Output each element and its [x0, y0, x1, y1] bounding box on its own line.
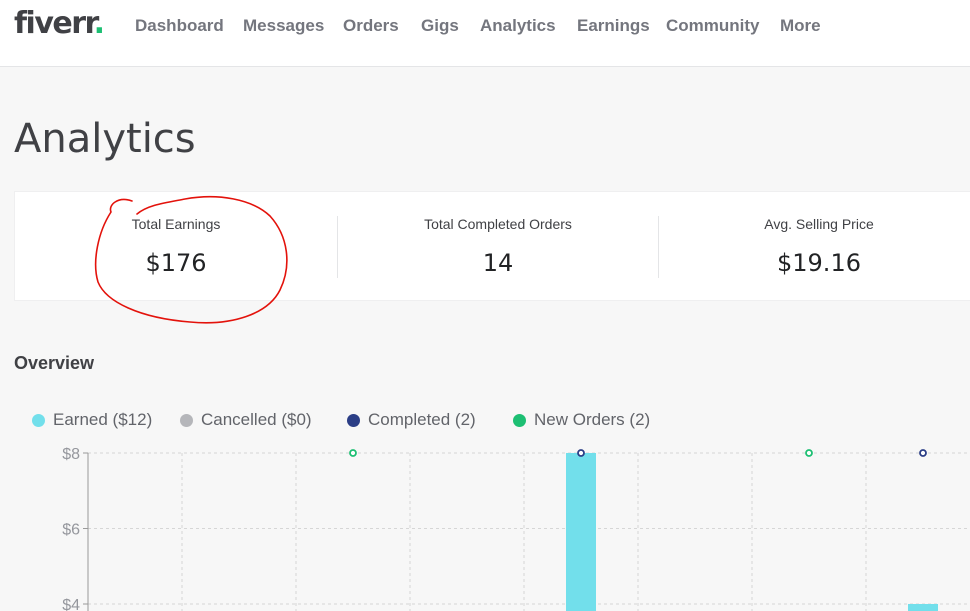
earned-bar [566, 453, 596, 611]
page-title: Analytics [14, 116, 196, 162]
legend-label: Completed (2) [368, 410, 476, 429]
new-orders-marker [349, 449, 357, 457]
nav-community[interactable]: Community [666, 16, 760, 36]
stat-value: 14 [482, 249, 514, 277]
overview-title: Overview [14, 353, 95, 373]
stat-label: Total Completed Orders [424, 216, 572, 232]
legend-label: Cancelled ($0) [201, 410, 312, 429]
stat-value: $176 [145, 249, 207, 277]
new-orders-marker [805, 449, 813, 457]
earned-bar [908, 604, 938, 611]
logo-text: fiverr [14, 6, 95, 41]
top-navigation-bar: fiverr. Dashboard Messages Orders Gigs A… [0, 0, 970, 67]
legend-new-orders[interactable]: New Orders (2) [513, 410, 650, 430]
nav-orders[interactable]: Orders [343, 16, 399, 36]
stat-label: Avg. Selling Price [764, 216, 874, 232]
nav-gigs[interactable]: Gigs [421, 16, 459, 36]
completed-marker [577, 449, 585, 457]
legend-earned[interactable]: Earned ($12) [32, 410, 152, 430]
legend-dot [513, 413, 526, 427]
y-tick-label: $6 [62, 522, 80, 539]
fiverr-logo[interactable]: fiverr. [14, 6, 105, 41]
stat-avg-selling-price: Avg. Selling Price $19.16 [658, 192, 970, 302]
stat-value: $19.16 [777, 249, 861, 277]
legend-label: Earned ($12) [53, 410, 153, 429]
stats-summary-card: Total Earnings $176 Total Completed Orde… [14, 191, 970, 301]
legend-dot [347, 413, 360, 427]
nav-dashboard[interactable]: Dashboard [135, 16, 224, 36]
stat-total-completed-orders: Total Completed Orders 14 [337, 192, 659, 302]
stat-label: Total Earnings [131, 216, 221, 232]
nav-earnings[interactable]: Earnings [577, 16, 650, 36]
legend-dot [32, 413, 45, 427]
nav-messages[interactable]: Messages [243, 16, 324, 36]
stat-total-earnings: Total Earnings $176 [15, 192, 337, 302]
nav-analytics[interactable]: Analytics [480, 16, 556, 36]
legend-completed[interactable]: Completed (2) [347, 410, 476, 430]
legend-dot [180, 413, 193, 427]
y-tick-label: $8 [62, 446, 80, 463]
completed-marker [919, 449, 927, 457]
y-tick-label: $4 [62, 597, 80, 611]
legend-label: New Orders (2) [534, 410, 651, 429]
nav-more[interactable]: More [780, 16, 821, 36]
legend-cancelled[interactable]: Cancelled ($0) [180, 410, 312, 430]
overview-chart: $8 $6 $4 [62, 446, 970, 611]
logo-dot: . [93, 6, 105, 41]
